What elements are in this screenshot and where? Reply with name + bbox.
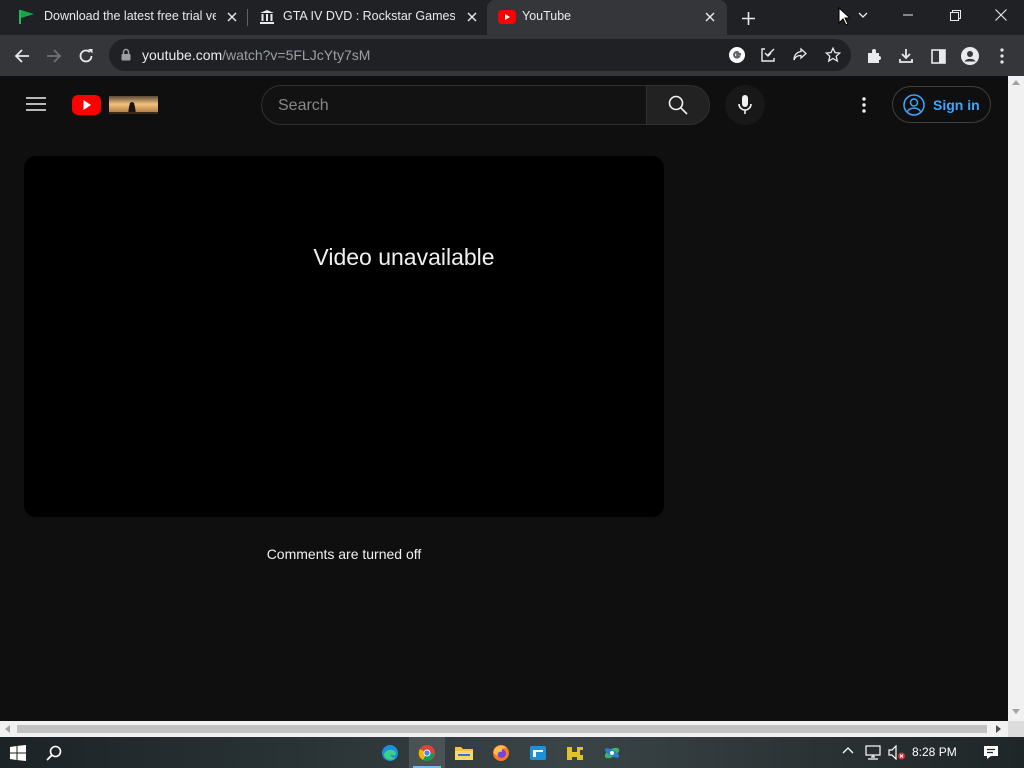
horizontal-scroll-thumb[interactable] [17,725,987,733]
youtube-icon [498,10,516,24]
tab-title: GTA IV DVD : Rockstar Games : Fr [283,9,455,23]
flag-icon [18,9,36,25]
app-icon[interactable] [520,737,556,768]
windows-start-button[interactable] [0,737,36,768]
video-unavailable-message: Video unavailable [313,244,495,270]
youtube-page: Sign in Video unavailable Comments are t… [0,76,1008,721]
archive-icon [259,9,275,25]
volume-muted-icon[interactable] [888,745,906,760]
share-icon[interactable] [792,47,808,63]
app-icon-2[interactable] [557,737,593,768]
edge-icon[interactable] [372,737,408,768]
search-input[interactable] [278,95,618,117]
comments-status: Comments are turned off [266,546,422,562]
tab-youtube[interactable]: YouTube [487,0,727,35]
address-bar[interactable]: youtube.com/watch?v=5FLJcYty7sM [109,39,851,71]
sign-in-label: Sign in [933,97,980,113]
back-button[interactable] [9,43,35,69]
bookmark-star-icon[interactable] [825,47,841,63]
mouse-cursor-icon [838,7,850,26]
scroll-up-arrow-icon[interactable] [1012,80,1020,85]
tab-title: YouTube [522,9,572,23]
show-hidden-icons-chevron-icon[interactable] [842,746,854,754]
url-path: /watch?v=5FLJcYty7sM [222,47,371,63]
microphone-icon [738,95,752,115]
downloads-icon[interactable] [893,43,919,69]
restore-button[interactable] [937,4,973,26]
google-lens-icon[interactable] [728,46,746,64]
horizontal-scrollbar[interactable] [0,721,1008,737]
browser-toolbar: youtube.com/watch?v=5FLJcYty7sM [0,35,1024,76]
tab-strip: Download the latest free trial ver GTA I… [0,0,1024,35]
windows-taskbar: 8:28 PM [0,737,1024,768]
search-box [261,85,647,125]
chrome-icon[interactable] [409,737,445,768]
account-circle-icon [903,94,925,116]
close-tab-icon[interactable] [223,8,241,26]
voice-search-button[interactable] [725,85,765,125]
close-tab-icon[interactable] [463,8,481,26]
url-text: youtube.com/watch?v=5FLJcYty7sM [142,47,370,63]
side-panel-icon[interactable] [925,43,951,69]
minimize-button[interactable] [890,4,926,26]
tab-download-trial[interactable]: Download the latest free trial ver [8,0,246,35]
install-app-icon[interactable] [760,47,776,63]
video-player[interactable] [24,156,664,517]
extensions-puzzle-icon[interactable] [861,43,887,69]
network-icon[interactable] [865,745,883,760]
youtube-logo[interactable] [72,94,160,116]
tab-search-chevron-icon[interactable] [854,8,872,22]
forward-button[interactable] [41,43,67,69]
profile-avatar-icon[interactable] [957,43,983,69]
search-icon [668,95,688,115]
guide-menu-icon[interactable] [24,94,48,114]
scroll-left-arrow-icon[interactable] [5,725,10,733]
lock-icon [121,48,131,61]
url-host: youtube.com [142,47,223,63]
tab-divider [247,9,248,26]
reload-button[interactable] [73,43,99,69]
search-button[interactable] [646,85,710,125]
settings-more-icon[interactable] [854,94,874,116]
sign-in-button[interactable]: Sign in [892,86,991,123]
close-tab-icon[interactable] [701,8,719,26]
chrome-menu-icon[interactable] [989,43,1015,69]
action-center-icon[interactable] [983,745,999,760]
app-icon-3[interactable] [594,737,630,768]
tab-title: Download the latest free trial ver [44,9,216,23]
taskbar-clock[interactable]: 8:28 PM [912,745,957,759]
scroll-right-arrow-icon[interactable] [996,725,1001,733]
tab-gta-iv-dvd[interactable]: GTA IV DVD : Rockstar Games : Fr [249,0,485,35]
firefox-icon[interactable] [483,737,519,768]
taskbar-search-icon[interactable] [36,737,72,768]
new-tab-button[interactable] [737,7,759,29]
scrollbar-corner [1008,721,1024,737]
vertical-scrollbar[interactable] [1008,76,1024,721]
scroll-down-arrow-icon[interactable] [1012,709,1020,714]
close-window-button[interactable] [983,4,1019,26]
file-explorer-icon[interactable] [446,737,482,768]
